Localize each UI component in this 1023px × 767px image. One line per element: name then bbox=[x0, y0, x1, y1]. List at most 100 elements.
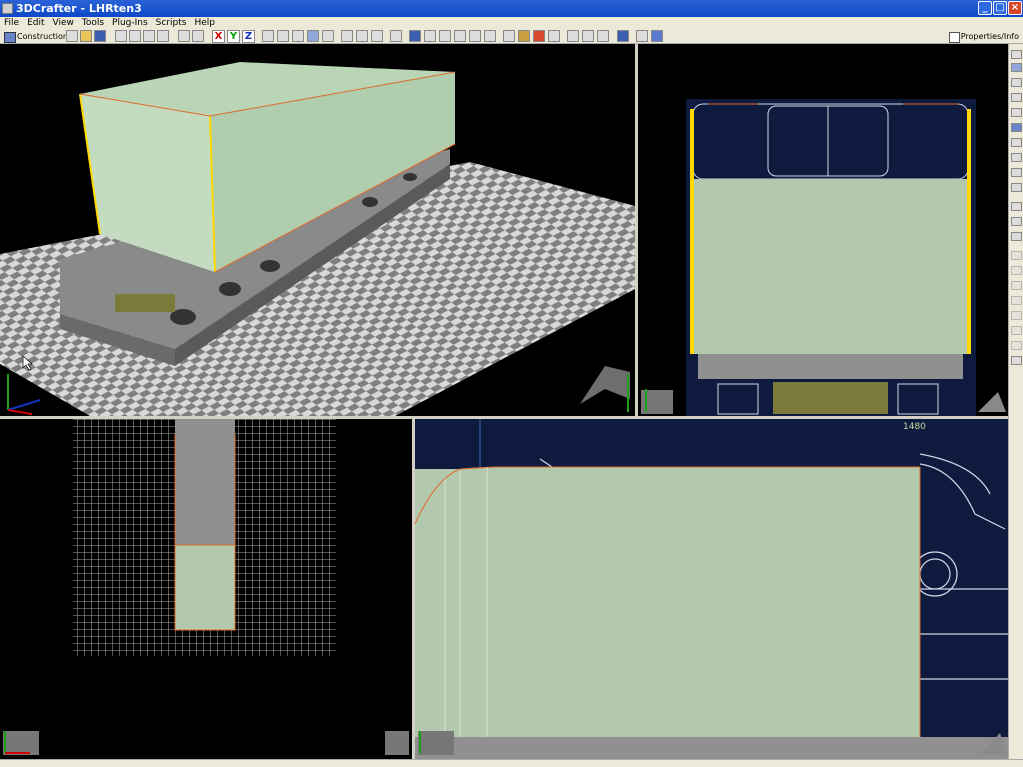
eyedropper-tool-icon[interactable] bbox=[1011, 168, 1022, 177]
front-viewport[interactable] bbox=[638, 44, 1008, 416]
material-icon[interactable] bbox=[533, 30, 545, 42]
move-tool-icon[interactable] bbox=[1011, 78, 1022, 87]
menu-file[interactable]: File bbox=[0, 17, 23, 29]
dual-view-icon[interactable] bbox=[582, 30, 594, 42]
select-box-tool-icon[interactable] bbox=[1011, 63, 1022, 72]
chassis-side-face bbox=[415, 737, 1008, 759]
new-file-icon[interactable] bbox=[66, 30, 78, 42]
solid-shading-icon[interactable] bbox=[409, 30, 421, 42]
main-toolbar: Construction X Y Z Properties/Info bbox=[0, 29, 1023, 44]
side-scene: 1480 bbox=[415, 419, 1008, 759]
deform-tool-icon[interactable] bbox=[1011, 326, 1022, 335]
properties-info-button[interactable]: Properties/Info bbox=[948, 30, 1019, 43]
wheel bbox=[219, 282, 241, 296]
axis-gizmo-icon[interactable] bbox=[424, 30, 436, 42]
sphere-tool-icon[interactable] bbox=[1011, 251, 1022, 260]
view-cube-icon bbox=[580, 366, 630, 412]
zoom-extents-icon[interactable] bbox=[262, 30, 274, 42]
open-folder-icon[interactable] bbox=[80, 30, 92, 42]
extrude-tool-icon[interactable] bbox=[1011, 123, 1022, 132]
video-camera-icon[interactable] bbox=[454, 30, 466, 42]
axis-gizmo-icon bbox=[418, 731, 454, 755]
snap-tool-icon[interactable] bbox=[1011, 202, 1022, 211]
zoom-window-icon[interactable] bbox=[307, 30, 319, 42]
vehicle-icon[interactable] bbox=[518, 30, 530, 42]
chassis-top-face bbox=[175, 419, 235, 434]
chassis-front-face bbox=[698, 354, 963, 379]
perspective-viewport[interactable] bbox=[0, 44, 635, 416]
menu-tools[interactable]: Tools bbox=[78, 17, 108, 29]
select-group-icon[interactable] bbox=[356, 30, 368, 42]
paste-icon[interactable] bbox=[143, 30, 155, 42]
zoom-all-icon[interactable] bbox=[292, 30, 304, 42]
menu-view[interactable]: View bbox=[49, 17, 78, 29]
menu-scripts[interactable]: Scripts bbox=[152, 17, 191, 29]
view-cube-icon bbox=[385, 731, 409, 755]
background-image-icon[interactable] bbox=[503, 30, 515, 42]
copy-icon[interactable] bbox=[129, 30, 141, 42]
texture-icon[interactable] bbox=[548, 30, 560, 42]
cylinder-tool-icon[interactable] bbox=[1011, 266, 1022, 275]
viewport-area: 1480 bbox=[0, 44, 1008, 759]
undo-icon[interactable] bbox=[178, 30, 190, 42]
status-bar bbox=[0, 759, 1023, 767]
torus-tool-icon[interactable] bbox=[1011, 296, 1022, 305]
delete-icon[interactable] bbox=[157, 30, 169, 42]
align-tool-icon[interactable] bbox=[1011, 217, 1022, 226]
front-scene bbox=[641, 99, 1006, 416]
boolean-tool-icon[interactable] bbox=[1011, 341, 1022, 350]
top-scene bbox=[3, 419, 409, 755]
mirror-tool-icon[interactable] bbox=[1011, 232, 1022, 241]
lathe-tool-icon[interactable] bbox=[1011, 311, 1022, 320]
single-view-icon[interactable] bbox=[567, 30, 579, 42]
render-settings-icon[interactable] bbox=[651, 30, 663, 42]
wheel bbox=[403, 173, 417, 181]
title-bar: 3DCrafter - LHRten3 _ □ × bbox=[0, 0, 1023, 17]
zoom-selected-icon[interactable] bbox=[277, 30, 289, 42]
axis-gizmo-icon bbox=[3, 731, 39, 755]
cut-icon[interactable] bbox=[115, 30, 127, 42]
rotate-tool-icon[interactable] bbox=[1011, 93, 1022, 102]
chassis-top-face bbox=[175, 434, 235, 549]
pointer-tool-icon[interactable] bbox=[1011, 50, 1022, 59]
menu-edit[interactable]: Edit bbox=[23, 17, 48, 29]
select-icon[interactable] bbox=[341, 30, 353, 42]
menu-plugins[interactable]: Plug-Ins bbox=[108, 17, 152, 29]
group-tool-icon[interactable] bbox=[1011, 356, 1022, 365]
select-mesh-icon[interactable] bbox=[371, 30, 383, 42]
quad-view-icon[interactable] bbox=[597, 30, 609, 42]
maximize-button[interactable]: □ bbox=[993, 1, 1007, 15]
axis-y-toggle[interactable]: Y bbox=[227, 30, 240, 43]
paint-tool-icon[interactable] bbox=[1011, 153, 1022, 162]
wheel bbox=[362, 197, 378, 207]
minimize-button[interactable]: _ bbox=[978, 1, 992, 15]
axis-gizmo-icon bbox=[641, 389, 673, 414]
top-viewport[interactable] bbox=[0, 419, 412, 759]
window-layout-icon[interactable] bbox=[617, 30, 629, 42]
perspective-scene bbox=[0, 62, 635, 416]
redo-icon[interactable] bbox=[192, 30, 204, 42]
axis-x-toggle[interactable]: X bbox=[212, 30, 225, 43]
render-icon[interactable] bbox=[636, 30, 648, 42]
side-viewport[interactable]: 1480 bbox=[415, 419, 1008, 759]
construction-mode-button[interactable]: Construction bbox=[3, 30, 68, 43]
axis-z-toggle[interactable]: Z bbox=[242, 30, 255, 43]
view-cube-icon bbox=[978, 392, 1006, 412]
tender-side-face bbox=[415, 467, 920, 737]
path-tool-icon[interactable] bbox=[484, 30, 496, 42]
cone-tool-icon[interactable] bbox=[1011, 281, 1022, 290]
blueprint-marking: 1480 bbox=[903, 422, 926, 432]
anchor-tool-icon[interactable] bbox=[1011, 183, 1022, 192]
wheel bbox=[260, 260, 280, 272]
close-button[interactable]: × bbox=[1008, 1, 1022, 15]
transform-icon[interactable] bbox=[390, 30, 402, 42]
side-toolbar bbox=[1008, 44, 1023, 759]
scale-tool-icon[interactable] bbox=[1011, 108, 1022, 117]
save-disk-icon[interactable] bbox=[94, 30, 106, 42]
light-bulb-icon[interactable] bbox=[469, 30, 481, 42]
window-title: 3DCrafter - LHRten3 bbox=[16, 2, 142, 15]
menu-help[interactable]: Help bbox=[190, 17, 219, 29]
camera-icon[interactable] bbox=[439, 30, 451, 42]
zoom-region-icon[interactable] bbox=[322, 30, 334, 42]
bevel-tool-icon[interactable] bbox=[1011, 138, 1022, 147]
